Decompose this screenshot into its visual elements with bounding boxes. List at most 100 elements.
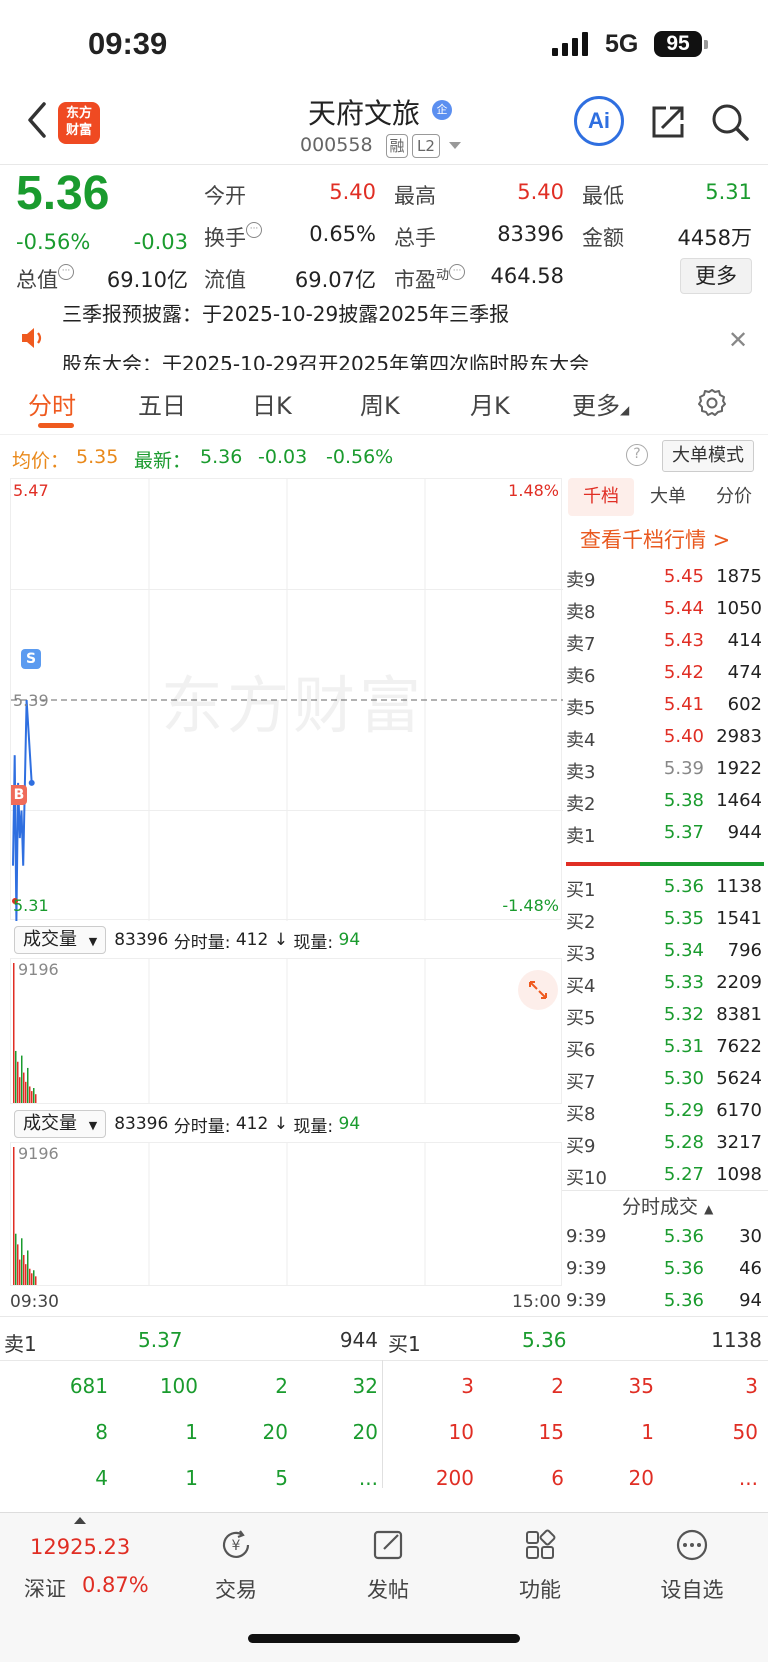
share-icon[interactable] <box>648 102 688 142</box>
volume-bar <box>19 1259 21 1285</box>
tab-five-day[interactable]: 五日 <box>138 386 186 421</box>
close-icon[interactable]: ✕ <box>728 326 748 354</box>
queue-buy-cell: ... <box>738 1466 758 1490</box>
bid-label: 买3 <box>566 944 596 965</box>
down-arrow-icon: ↓ <box>273 1114 288 1134</box>
volume-bar <box>27 1250 29 1285</box>
bid-row[interactable]: 买8 5.29 6170 <box>564 1096 764 1128</box>
queue-sell-cell: 8 <box>95 1420 108 1444</box>
index-name[interactable]: 深证 <box>24 1573 66 1603</box>
bid-row[interactable]: 买9 5.28 3217 <box>564 1128 764 1160</box>
big-order-mode-button[interactable]: 大单模式 <box>662 440 754 472</box>
ask-row[interactable]: 卖2 5.38 1464 <box>564 786 764 818</box>
gear-icon[interactable] <box>698 388 726 416</box>
volume-bar <box>23 1072 25 1103</box>
queue-buy-total: 1138 <box>711 1328 762 1352</box>
notice-ticker[interactable]: 三季报预披露：于2025-10-29披露2025年三季报 股东大会：于2025-… <box>0 304 768 370</box>
info-icon[interactable]: ··· <box>58 264 74 280</box>
notice-item[interactable]: 三季报预披露：于2025-10-29披露2025年三季报 <box>62 304 509 327</box>
indicator-selector[interactable]: 成交量 ▼ <box>14 1110 107 1138</box>
queue-separator <box>382 1360 383 1488</box>
bid-row[interactable]: 买6 5.31 7622 <box>564 1032 764 1064</box>
app-logo[interactable]: 东方 财富 <box>58 102 100 144</box>
sell-marker[interactable]: S <box>21 649 41 669</box>
notice-item[interactable]: 股东大会：于2025-10-29召开2025年第四次临时股东大会 <box>62 348 589 370</box>
back-arrow-icon[interactable] <box>24 100 50 140</box>
volume-bar <box>29 1268 31 1285</box>
ask-row[interactable]: 卖1 5.37 944 <box>564 818 764 850</box>
intraday-chart[interactable]: 5.47 1.48% 5.39 5.31 -1.48% 东方财富 S B <box>10 478 563 921</box>
more-button[interactable]: 更多 <box>680 258 752 294</box>
tab-monthly-k[interactable]: 月K <box>470 386 510 421</box>
chevron-up-icon[interactable] <box>74 1517 86 1524</box>
indicator-selector[interactable]: 成交量 ▼ <box>14 926 107 954</box>
bid-row[interactable]: 买4 5.33 2209 <box>564 968 764 1000</box>
tab-big-orders[interactable]: 大单 <box>638 478 698 516</box>
ask-row[interactable]: 卖4 5.40 2983 <box>564 722 764 754</box>
tab-weekly-k[interactable]: 周K <box>360 386 400 421</box>
bid-row[interactable]: 买7 5.30 5624 <box>564 1064 764 1096</box>
bid-volume: 1138 <box>716 876 762 897</box>
volume-value: 83396 <box>497 222 564 246</box>
bid-row[interactable]: 买5 5.32 8381 <box>564 1000 764 1032</box>
bid-volume: 796 <box>727 940 762 961</box>
ai-button[interactable]: Ai <box>574 96 624 146</box>
queue-buy-cell: 50 <box>732 1420 758 1444</box>
bid-volume: 7622 <box>716 1036 762 1057</box>
ask-row[interactable]: 卖3 5.39 1922 <box>564 754 764 786</box>
tab-trade[interactable]: ¥ 交易 <box>186 1523 286 1604</box>
tab-post[interactable]: 发帖 <box>338 1523 438 1604</box>
ask-row[interactable]: 卖9 5.45 1875 <box>564 562 764 594</box>
tab-functions[interactable]: 功能 <box>490 1523 590 1604</box>
bid-label: 买8 <box>566 1104 596 1125</box>
ask-row[interactable]: 卖6 5.42 474 <box>564 658 764 690</box>
info-icon[interactable]: ··· <box>246 222 262 238</box>
ask-label: 卖1 <box>566 826 596 847</box>
tab-more[interactable]: 更多◢ <box>572 386 629 421</box>
trade-time: 9:39 <box>566 1226 607 1247</box>
bid-row[interactable]: 买10 5.27 1098 <box>564 1160 764 1192</box>
low-value: 5.31 <box>705 180 752 204</box>
bid-label: 买6 <box>566 1040 596 1061</box>
depth-link[interactable]: 查看千档行情 > <box>580 524 730 554</box>
index-value[interactable]: 12925.23 <box>30 1535 130 1559</box>
latest-price-dot <box>28 779 35 786</box>
bid-row[interactable]: 买2 5.35 1541 <box>564 904 764 936</box>
ask-label: 卖6 <box>566 666 596 687</box>
info-icon[interactable]: ··· <box>449 264 466 280</box>
volume-bar <box>15 1233 17 1285</box>
index-percent[interactable]: 0.87% <box>82 1573 149 1597</box>
ask-row[interactable]: 卖5 5.41 602 <box>564 690 764 722</box>
bid-volume: 8381 <box>716 1004 762 1025</box>
high-value: 5.40 <box>517 180 564 204</box>
search-icon[interactable] <box>710 102 750 142</box>
queue-buy-cell: 6 <box>551 1466 564 1490</box>
bid-row[interactable]: 买1 5.36 1138 <box>564 872 764 904</box>
minute-vol-value: 412 <box>235 930 269 950</box>
ask-row[interactable]: 卖8 5.44 1050 <box>564 594 764 626</box>
trades-title[interactable]: 分时成交 ▲ <box>622 1192 713 1219</box>
bid-label: 买4 <box>566 976 596 997</box>
prev-close-label: 5.39 <box>13 691 49 710</box>
price-summary-row: 均价： 5.35 最新： 5.36 -0.03 -0.56% <box>0 440 768 474</box>
tab-depth[interactable]: 千档 <box>568 478 634 516</box>
x-end-label: 15:00 <box>512 1292 561 1312</box>
volume-bar <box>25 1081 27 1103</box>
expand-icon[interactable] <box>518 970 558 1010</box>
trade-volume: 30 <box>739 1226 762 1247</box>
tab-price-dist[interactable]: 分价 <box>702 478 766 516</box>
ask-label: 卖9 <box>566 570 596 591</box>
help-icon[interactable]: ? <box>626 444 648 466</box>
buy-marker[interactable]: B <box>11 785 27 805</box>
tab-intraday[interactable]: 分时 <box>28 386 76 421</box>
pe-label: 市盈动 ··· <box>394 264 466 294</box>
tab-daily-k[interactable]: 日K <box>252 386 292 421</box>
x-start-label: 09:30 <box>10 1292 59 1312</box>
tab-add-watchlist[interactable]: 设自选 <box>642 1523 742 1604</box>
pct-min-label: -1.48% <box>502 896 559 915</box>
bid-row[interactable]: 买3 5.34 796 <box>564 936 764 968</box>
tab-post-label: 发帖 <box>367 1578 409 1602</box>
amount-value: 4458万 <box>677 226 752 250</box>
chevron-down-icon[interactable] <box>449 142 461 149</box>
ask-row[interactable]: 卖7 5.43 414 <box>564 626 764 658</box>
